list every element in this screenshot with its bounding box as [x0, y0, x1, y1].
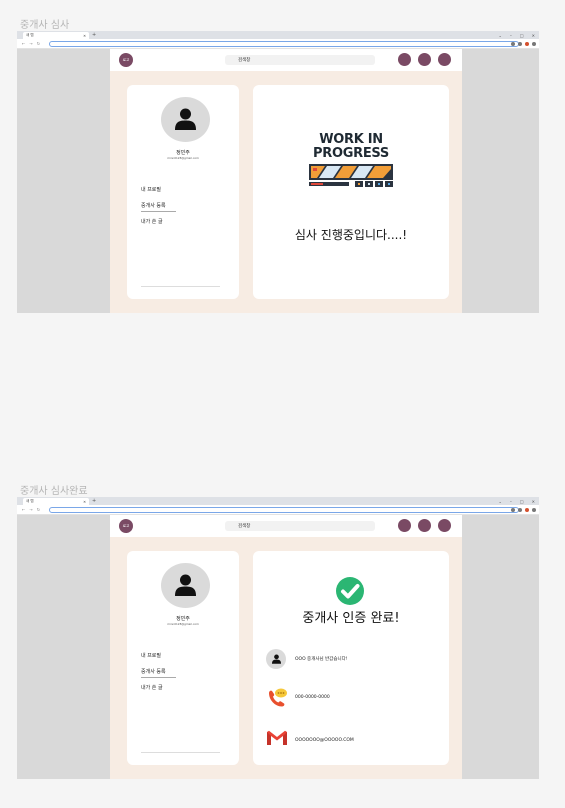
- page-viewport: 로고 정민주 minn0128@gmail.com 내 프로필: [17, 515, 539, 779]
- section-title: 중개사 심사: [20, 20, 70, 31]
- greeting-text: OOO 중개사님 반갑습니다!: [295, 657, 348, 662]
- profile-name: 정민주: [176, 150, 190, 156]
- window-controls: ⌄ – □ ✕: [499, 31, 536, 39]
- page-content: 로고 정민주 minn0128@gmail.com 내 프로필: [110, 515, 462, 779]
- verification-complete-title: 중개사 인증 완료!: [302, 611, 400, 626]
- menu-icon[interactable]: [532, 41, 536, 46]
- close-tab-icon[interactable]: ✕: [83, 34, 86, 38]
- sidebar-item-my-profile[interactable]: 내 프로필: [141, 186, 161, 193]
- profile-sidebar: 정민주 minn0128@gmail.com 내 프로필 중개사 등록 내가 쓴…: [127, 551, 239, 765]
- sidebar-item-my-profile[interactable]: 내 프로필: [141, 652, 161, 659]
- divider: [141, 752, 220, 753]
- minimize-icon[interactable]: –: [510, 499, 512, 504]
- email-address: OOOOOOO@OOOOO.COM: [295, 737, 354, 743]
- profile-email: minn0128@gmail.com: [167, 156, 199, 160]
- site-header: 로고: [110, 49, 462, 71]
- search-input[interactable]: [225, 521, 375, 531]
- close-tab-icon[interactable]: ✕: [83, 500, 86, 504]
- sidebar-item-my-posts[interactable]: 내가 쓴 글: [141, 218, 163, 225]
- back-icon[interactable]: ←: [22, 41, 25, 46]
- minimize-icon[interactable]: –: [510, 33, 512, 38]
- search-input[interactable]: [225, 55, 375, 65]
- page-content: 로고 정민주 minn0128@gmail.com 내 프로필: [110, 49, 462, 313]
- browser-tab[interactable]: 새 탭 ✕: [23, 498, 89, 505]
- reload-icon[interactable]: ↻: [37, 41, 40, 46]
- header-button-2[interactable]: [418, 519, 431, 532]
- site-logo[interactable]: 로고: [119, 53, 133, 67]
- profile-sidebar: 정민주 minn0128@gmail.com 내 프로필 중개사 등록 내가 쓴…: [127, 85, 239, 299]
- forward-icon[interactable]: →: [29, 507, 32, 512]
- sidebar-icon[interactable]: [518, 507, 522, 512]
- header-button-1[interactable]: [398, 519, 411, 532]
- header-button-3[interactable]: [438, 519, 451, 532]
- header-button-3[interactable]: [438, 53, 451, 66]
- chevron-down-icon[interactable]: ⌄: [499, 499, 502, 504]
- profile-icon[interactable]: [525, 507, 529, 512]
- site-header: 로고: [110, 515, 462, 537]
- chevron-down-icon[interactable]: ⌄: [499, 33, 502, 38]
- new-tab-icon[interactable]: +: [92, 32, 96, 38]
- sidebar-item-my-posts[interactable]: 내가 쓴 글: [141, 684, 163, 691]
- phone-icon: [266, 687, 287, 707]
- reload-icon[interactable]: ↻: [37, 507, 40, 512]
- barrier-icon: [309, 164, 393, 187]
- user-icon: [175, 574, 196, 596]
- close-window-icon[interactable]: ✕: [532, 33, 535, 38]
- menu-icon[interactable]: [532, 507, 536, 512]
- wip-line-2: PROGRESS: [313, 146, 389, 161]
- maximize-icon[interactable]: □: [520, 33, 524, 38]
- divider: [141, 286, 220, 287]
- address-bar[interactable]: [49, 506, 519, 513]
- profile-name: 정민주: [176, 616, 190, 622]
- sidebar-item-broker-register[interactable]: 중개사 등록: [141, 202, 176, 212]
- browser-window: 새 탭 ✕ + ⌄ – □ ✕ ← → ↻ 로고 검색창 정민주 minn012…: [17, 497, 539, 779]
- browser-tab-strip: 새 탭 ✕ + ⌄ – □ ✕: [17, 31, 539, 39]
- avatar: [161, 97, 210, 142]
- header-button-2[interactable]: [418, 53, 431, 66]
- work-in-progress-graphic: WORK IN PROGRESS: [306, 133, 396, 161]
- verification-complete-card: 중개사 인증 완료! OOO 중개사님 반갑습니다! 000-0000-0000…: [253, 551, 449, 765]
- sidebar-icon[interactable]: [518, 41, 522, 46]
- browser-window: 새 탭 ✕ + ⌄ – □ ✕ ← → ↻ 로고 검색창 정민주 minn012…: [17, 31, 539, 313]
- review-status-card: WORK IN PROGRESS 심사 진행중입니다....!: [253, 85, 449, 299]
- email-row: OOOOOOO@OOOOO.COM: [266, 730, 354, 750]
- browser-tab[interactable]: 새 탭 ✕: [23, 32, 89, 39]
- browser-toolbar: ← → ↻: [17, 505, 539, 515]
- browser-tab-strip: 새 탭 ✕ + ⌄ – □ ✕: [17, 497, 539, 505]
- window-controls: ⌄ – □ ✕: [499, 497, 536, 505]
- sidebar-item-broker-register[interactable]: 중개사 등록: [141, 668, 176, 678]
- close-window-icon[interactable]: ✕: [532, 499, 535, 504]
- back-icon[interactable]: ←: [22, 507, 25, 512]
- check-circle-icon: [336, 577, 364, 605]
- extension-icon[interactable]: [511, 41, 515, 46]
- tab-label: 새 탭: [26, 33, 34, 37]
- profile-email: minn0128@gmail.com: [167, 622, 199, 626]
- header-button-1[interactable]: [398, 53, 411, 66]
- phone-row: 000-0000-0000: [266, 687, 330, 707]
- avatar: [161, 563, 210, 608]
- section-title: 중개사 심사완료: [20, 486, 88, 497]
- wip-line-1: WORK IN: [319, 132, 383, 147]
- address-bar[interactable]: [49, 40, 519, 47]
- extension-icon[interactable]: [511, 507, 515, 512]
- maximize-icon[interactable]: □: [520, 499, 524, 504]
- gmail-icon: [266, 730, 287, 750]
- user-icon: [266, 649, 286, 669]
- forward-icon[interactable]: →: [29, 41, 32, 46]
- greeting-row: OOO 중개사님 반갑습니다!: [266, 649, 348, 669]
- new-tab-icon[interactable]: +: [92, 498, 96, 504]
- page-viewport: 로고 정민주 minn0128@gmail.com 내 프로필: [17, 49, 539, 313]
- phone-number: 000-0000-0000: [295, 694, 330, 700]
- user-icon: [175, 108, 196, 130]
- browser-toolbar: ← → ↻: [17, 39, 539, 49]
- profile-icon[interactable]: [525, 41, 529, 46]
- site-logo[interactable]: 로고: [119, 519, 133, 533]
- tab-label: 새 탭: [26, 499, 34, 503]
- review-in-progress-message: 심사 진행중입니다....!: [294, 228, 408, 242]
